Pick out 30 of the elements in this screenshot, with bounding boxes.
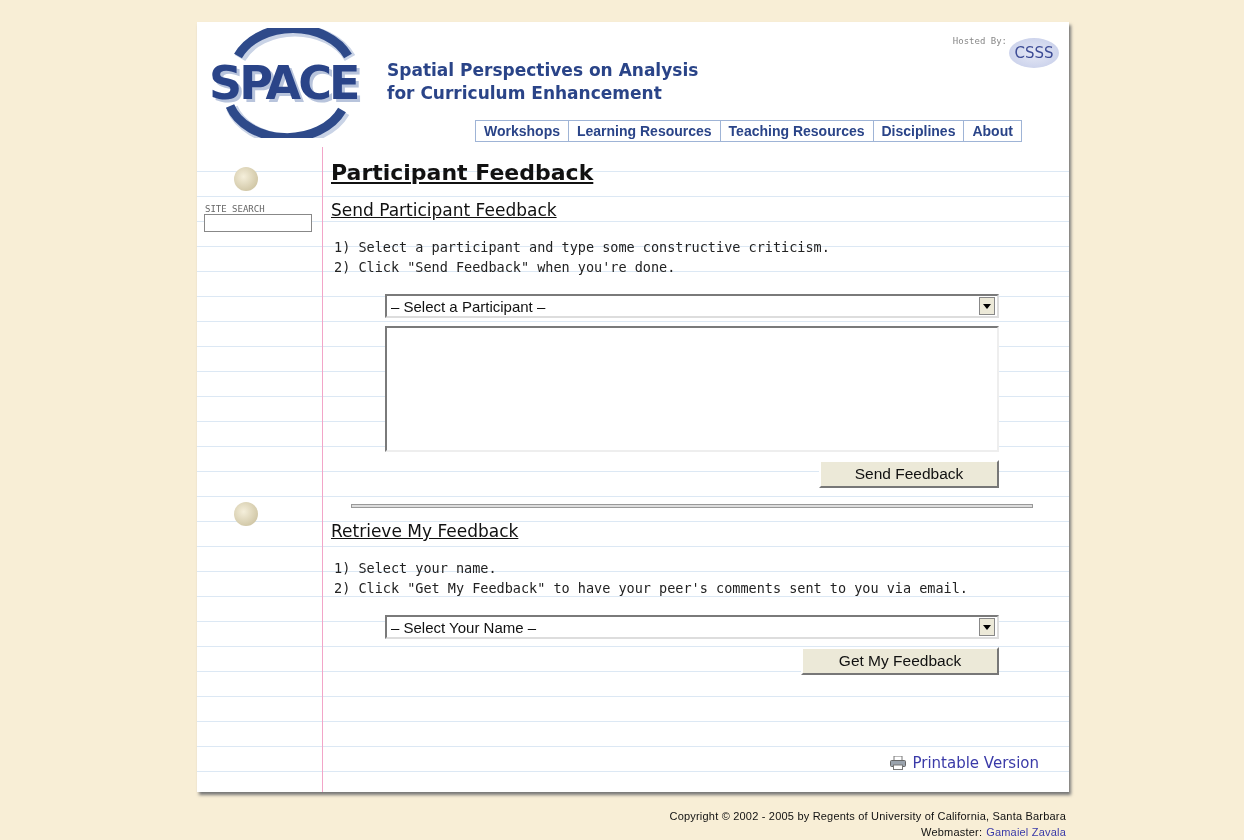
instruction-text: 1) Select a participant and type some constructive criticism. xyxy=(334,238,830,257)
submit-button[interactable]: Get My Feedback xyxy=(801,647,999,675)
instruction-text: 2) Click "Get My Feedback" to have your peer's comments sent to you via email. xyxy=(334,579,968,598)
binder-hole xyxy=(234,502,258,526)
submit-button[interactable]: Send Feedback xyxy=(819,460,999,488)
section-heading: Retrieve My Feedback xyxy=(331,520,519,542)
binder-hole xyxy=(234,167,258,191)
nav-tab[interactable]: Workshops xyxy=(476,121,568,141)
section-heading: Send Participant Feedback xyxy=(331,199,557,221)
page-title: Participant Feedback xyxy=(331,159,594,187)
printable-version-link[interactable]: Printable Version xyxy=(912,754,1039,772)
nav-tab[interactable]: Teaching Resources xyxy=(719,121,873,141)
site-tagline: for Curriculum Enhancement xyxy=(387,82,663,105)
hosted-by-label: Hosted By: xyxy=(952,36,1007,46)
nav-tab[interactable]: Learning Resources xyxy=(568,121,720,141)
webmaster-link[interactable]: Gamaiel Zavala xyxy=(986,824,1066,840)
instruction-text: 2) Click "Send Feedback" when you're done. xyxy=(334,258,676,277)
dropdown[interactable]: – Select a Participant – xyxy=(385,294,999,318)
search-field[interactable] xyxy=(204,214,312,232)
nav-tab[interactable]: About xyxy=(963,121,1021,141)
host-logo[interactable]: CSSS xyxy=(1009,38,1059,68)
printer-icon xyxy=(890,756,907,770)
dropdown[interactable]: – Select Your Name – xyxy=(385,615,999,639)
webmaster-label: Webmaster: xyxy=(921,825,983,840)
space-logo: SPACE xyxy=(209,56,358,110)
site-tagline: Spatial Perspectives on Analysis xyxy=(387,59,699,82)
search-label: SITE SEARCH xyxy=(205,204,266,214)
nav-tab[interactable]: Disciplines xyxy=(872,121,964,141)
copyright-text: Copyright © 2002 - 2005 by Regents of University of California, Santa Barbara xyxy=(669,809,1066,824)
instruction-text: 1) Select your name. xyxy=(334,559,497,578)
